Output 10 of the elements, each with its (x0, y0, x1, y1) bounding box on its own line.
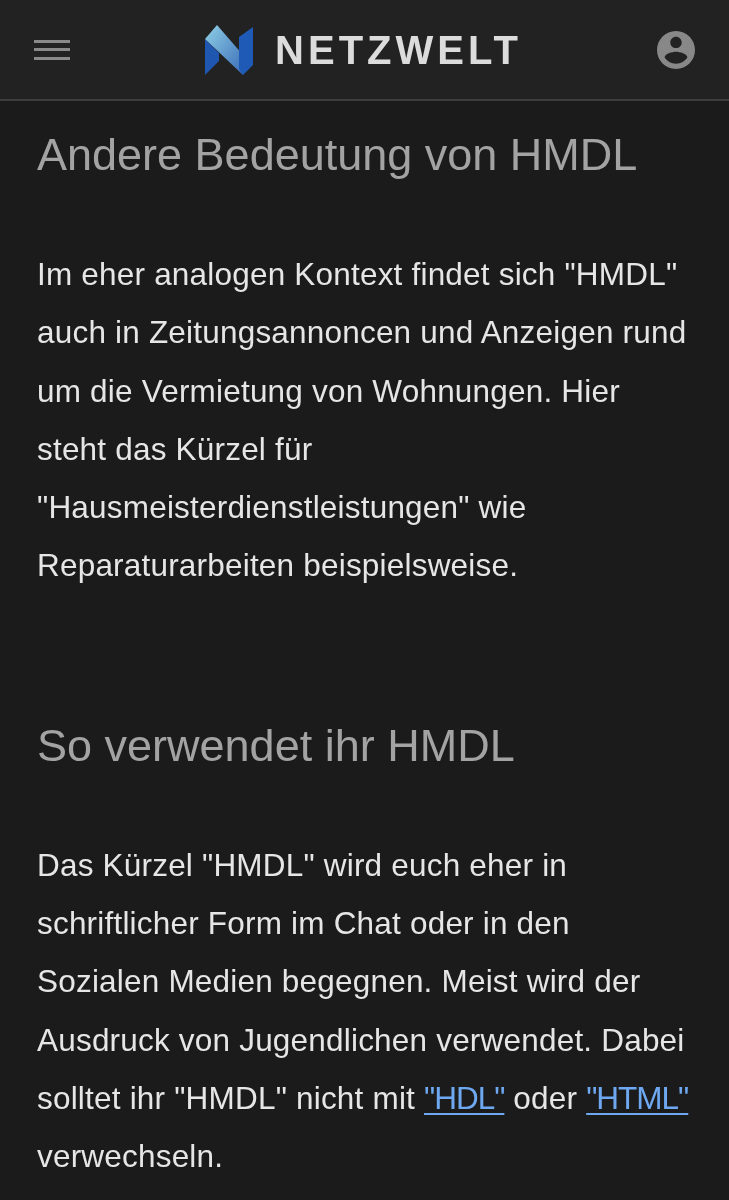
section-heading: Andere Bedeutung von HMDL (37, 128, 639, 182)
paragraph: Im eher analogen Kontext findet sich "HMDL" auch in Zeitungsannoncen und Anzeigen rund um die Vermietung von Wohnungen. Hier steht das Kürzel für "Hausmeisterdienstleistungen" wie Reparaturarbeiten beispielsweise. (37, 255, 688, 586)
menu-icon[interactable] (34, 37, 70, 62)
article-link[interactable]: "HDL" (424, 1079, 505, 1116)
article-link[interactable]: "HTML" (586, 1079, 689, 1116)
brand-name: NETZWELT (275, 29, 522, 70)
logo-icon (205, 24, 254, 75)
section-heading: So verwendet ihr HMDL (37, 718, 516, 773)
paragraph: Das Kürzel "HMDL" wird euch eher in schriftlicher Form im Chat oder in den Sozialen Medien begegnen. Meist wird der Ausdruck von Jugendlichen verwendet. Dabei solltet ihr "HMDL" nicht mit "HDL" oder "HTML" verwechseln. (37, 845, 690, 1177)
account-icon[interactable] (657, 30, 695, 69)
